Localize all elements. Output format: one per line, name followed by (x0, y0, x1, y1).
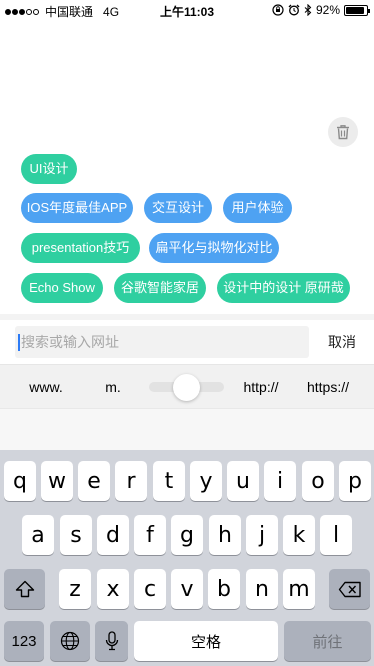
key-s[interactable]: s (60, 515, 92, 555)
go-key[interactable]: 前往 (284, 621, 371, 661)
history-tag[interactable]: 谷歌智能家居 (114, 273, 206, 303)
cursor-slider-knob[interactable] (173, 374, 200, 401)
numbers-key[interactable]: 123 (4, 621, 44, 661)
battery-level (346, 6, 365, 14)
history-tag[interactable]: UI设计 (21, 154, 77, 184)
dictation-key[interactable] (95, 621, 128, 661)
key-n[interactable]: n (246, 569, 278, 609)
shift-icon (15, 580, 34, 598)
history-tag[interactable]: 设计中的设计 原研哉 (217, 273, 350, 303)
key-p[interactable]: p (339, 461, 371, 501)
delete-icon (338, 581, 361, 597)
search-input[interactable]: 搜索或输入网址 (15, 326, 309, 358)
key-d[interactable]: d (97, 515, 129, 555)
orientation-lock-icon (272, 4, 284, 16)
key-x[interactable]: x (97, 569, 129, 609)
history-tag[interactable]: 交互设计 (144, 193, 212, 223)
quick-input-https[interactable]: https:// (300, 379, 356, 395)
key-z[interactable]: z (59, 569, 91, 609)
key-t[interactable]: t (153, 461, 185, 501)
quick-input-bar: www. m. http:// https:// (0, 364, 374, 408)
space-key[interactable]: 空格 (134, 621, 278, 661)
keyboard-accessory-spacer (0, 408, 374, 450)
key-a[interactable]: a (22, 515, 54, 555)
key-l[interactable]: l (320, 515, 352, 555)
globe-icon (60, 631, 80, 651)
quick-input-www[interactable]: www. (22, 379, 70, 395)
quick-input-m[interactable]: m. (98, 379, 128, 395)
key-g[interactable]: g (171, 515, 203, 555)
cancel-button[interactable]: 取消 (318, 332, 366, 352)
history-tag[interactable]: 扁平化与拟物化对比 (149, 233, 279, 263)
key-y[interactable]: y (190, 461, 222, 501)
key-w[interactable]: w (41, 461, 73, 501)
key-i[interactable]: i (264, 461, 296, 501)
key-r[interactable]: r (115, 461, 147, 501)
alarm-icon (288, 4, 300, 16)
key-c[interactable]: c (134, 569, 166, 609)
search-placeholder: 搜索或输入网址 (21, 334, 119, 350)
search-bar: 搜索或输入网址 取消 (0, 320, 374, 364)
key-q[interactable]: q (4, 461, 36, 501)
quick-input-http[interactable]: http:// (236, 379, 286, 395)
microphone-icon (105, 631, 118, 651)
history-tag[interactable]: IOS年度最佳APP (21, 193, 133, 223)
clear-history-button[interactable] (328, 117, 358, 147)
shift-key[interactable] (4, 569, 45, 609)
status-bar: 中国联通 4G 上午11:03 92% (0, 0, 374, 20)
key-u[interactable]: u (227, 461, 259, 501)
history-tag[interactable]: 用户体验 (223, 193, 292, 223)
key-h[interactable]: h (209, 515, 241, 555)
globe-key[interactable] (50, 621, 90, 661)
keyboard: q w e r t y u i o p a s d f g h j k l z … (0, 450, 374, 666)
text-caret (18, 333, 20, 351)
key-e[interactable]: e (78, 461, 110, 501)
status-right: 92% (272, 3, 370, 17)
history-tag[interactable]: Echo Show (21, 273, 103, 303)
key-b[interactable]: b (208, 569, 240, 609)
history-tag[interactable]: presentation技巧 (21, 233, 140, 263)
bluetooth-icon (304, 4, 312, 16)
battery-icon (344, 4, 370, 16)
trash-icon (337, 125, 349, 140)
battery-percent: 92% (315, 3, 340, 17)
key-j[interactable]: j (246, 515, 278, 555)
key-o[interactable]: o (302, 461, 334, 501)
delete-key[interactable] (329, 569, 370, 609)
key-f[interactable]: f (134, 515, 166, 555)
key-v[interactable]: v (171, 569, 203, 609)
key-k[interactable]: k (283, 515, 315, 555)
key-m[interactable]: m (283, 569, 315, 609)
